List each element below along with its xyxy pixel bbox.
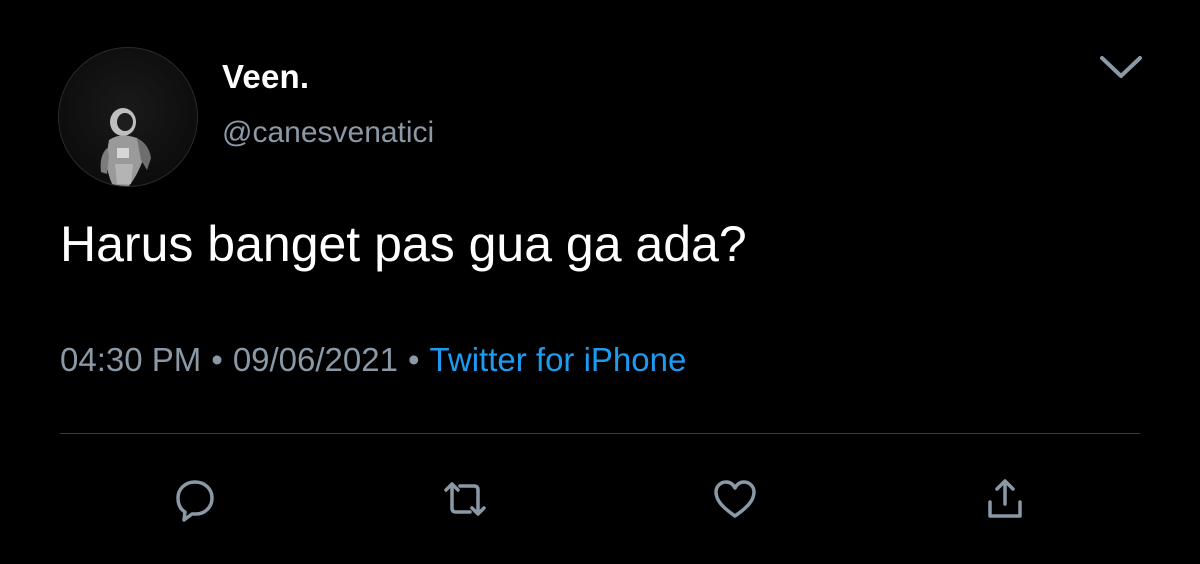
tweet-meta: 04:30 PM • 09/06/2021 • Twitter for iPhone xyxy=(60,341,686,379)
tweet-card: Veen. @canesvenatici Harus banget pas gu… xyxy=(0,0,1200,564)
like-icon xyxy=(714,480,756,518)
avatar[interactable] xyxy=(58,47,198,187)
reply-button[interactable] xyxy=(170,474,220,524)
display-name[interactable]: Veen. xyxy=(222,58,309,96)
tweet-text: Harus banget pas gua ga ada? xyxy=(60,216,747,272)
share-icon xyxy=(988,479,1022,518)
tweet-date[interactable]: 09/06/2021 xyxy=(233,341,398,378)
like-button[interactable] xyxy=(710,474,760,524)
divider xyxy=(60,433,1140,434)
retweet-icon xyxy=(444,482,486,516)
astronaut-avatar-icon xyxy=(100,108,151,186)
share-button[interactable] xyxy=(980,474,1030,524)
tweet-source-link[interactable]: Twitter for iPhone xyxy=(430,341,687,378)
reply-icon xyxy=(176,480,214,522)
meta-separator: • xyxy=(211,341,223,378)
chevron-down-icon[interactable] xyxy=(1098,52,1144,82)
user-handle[interactable]: @canesvenatici xyxy=(222,116,434,150)
retweet-button[interactable] xyxy=(440,474,490,524)
tweet-time[interactable]: 04:30 PM xyxy=(60,341,201,378)
meta-separator: • xyxy=(407,341,420,378)
